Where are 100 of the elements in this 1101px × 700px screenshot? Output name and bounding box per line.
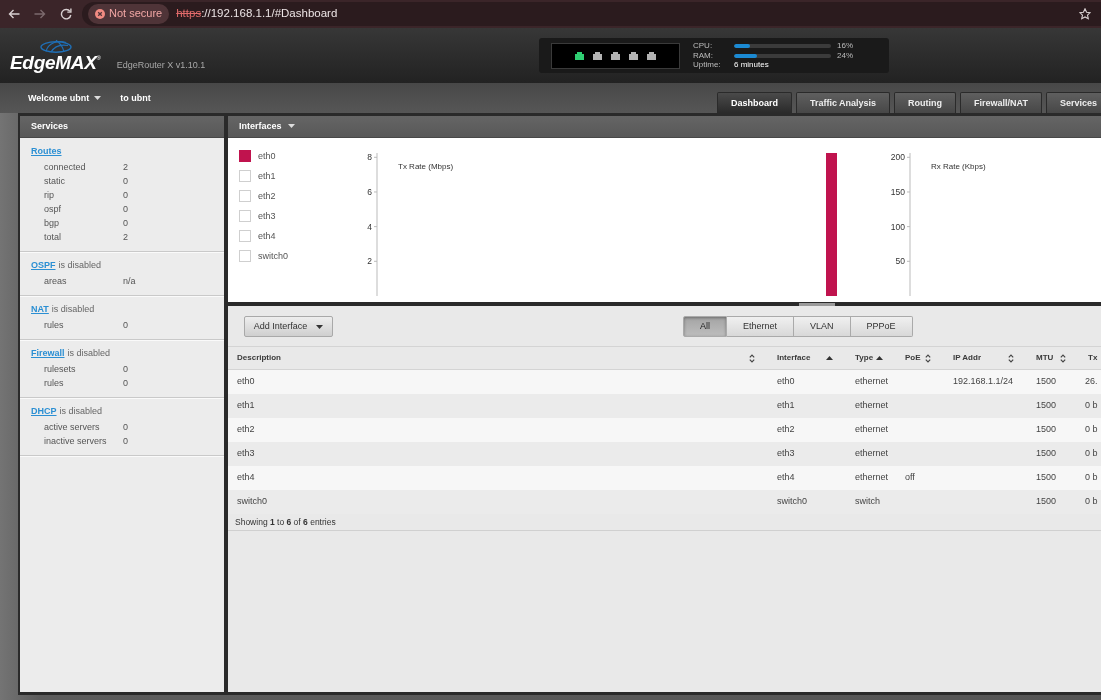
table-cell: eth1 [768,393,846,418]
stat-label: rulesets [44,363,77,376]
legend-label: eth1 [258,170,276,182]
forward-arrow-icon [34,8,46,20]
sort-icon [1008,353,1014,363]
stat-value: 0 [123,363,128,376]
add-interface-button[interactable]: Add Interface [244,316,333,337]
user-menu-button[interactable]: Welcome ubnt [28,89,102,107]
stat-label: active servers [44,421,101,434]
table-cell: 1500 [1027,489,1079,514]
column-header[interactable]: Description [228,347,768,369]
resize-handle[interactable] [799,303,835,306]
table-cell: ethernet [846,393,896,418]
table-row[interactable]: eth4 eth4 ethernet off 1500 0 b [228,465,1101,490]
stat-label: rip [44,189,55,202]
axis-tick-label: 50 [895,256,905,267]
table-cell: eth2 [228,417,768,442]
table-cell: ethernet [846,417,896,442]
stat-value: 0 [123,175,128,188]
panel-header: Services [20,116,224,138]
table-cell: eth4 [768,465,846,490]
bookmark-star-icon[interactable] [1079,8,1091,20]
sort-icon [925,353,931,363]
filter-button[interactable]: PPPoE [850,316,913,337]
stat-label: rules [44,377,65,390]
table-row[interactable]: eth1 eth1 ethernet 1500 0 b [228,393,1101,418]
stat-value: 16% [837,41,853,51]
table-cell: 0 b [1079,489,1101,514]
table-cell: ethernet [846,369,896,394]
axis-tick-label: 150 [890,186,905,197]
table-cell: switch0 [768,489,846,514]
table-row[interactable]: eth3 eth3 ethernet 1500 0 b [228,441,1101,466]
stat-value: 0 [123,421,128,434]
stat-value: 0 [123,377,128,390]
filter-button[interactable]: All [683,316,727,337]
stat-value: 0 [123,435,128,448]
legend-label: eth4 [258,230,276,242]
table-cell: 1500 [1027,393,1079,418]
stat-label: CPU: [693,41,714,51]
stat-value: 0 [123,217,128,230]
stat-label: connected [44,161,87,174]
site-info-button[interactable]: Not secure [88,4,170,24]
uptime-value: 6 minutes [734,60,770,70]
nav-tab[interactable]: Routing [894,92,957,113]
table-cell: 0 b [1079,393,1101,418]
nav-tab[interactable]: Dashboard [716,92,792,113]
stat-label: Uptime: [693,60,722,70]
stat-value: 0 [123,319,128,332]
legend-label: eth0 [258,150,276,162]
legend-label: eth3 [258,210,276,222]
status-text: is disabled [67,347,111,360]
table-cell: eth2 [768,417,846,442]
filter-button[interactable]: Ethernet [727,316,795,337]
table-cell: eth3 [228,441,768,466]
nav-tab[interactable]: Traffic Analysis [795,92,891,113]
stat-value: 24% [837,50,853,61]
column-header[interactable]: PoE [896,347,944,369]
column-header[interactable]: Type [846,347,896,369]
caret-icon [287,124,295,129]
table-cell: eth3 [768,441,846,466]
axis-tick-label: 4 [367,221,372,232]
graph-title: Tx Rate (Mbps) [398,162,454,171]
user-text: to ubnt [120,92,151,104]
nav-tab[interactable]: Firewall/NAT [960,92,1042,113]
axis-tick-label: 8 [367,152,372,163]
table-cell: switch0 [228,489,768,514]
interfaces-menu-button[interactable]: Interfaces [239,121,295,132]
filter-button[interactable]: VLAN [794,316,851,337]
sort-ascending-icon [876,356,883,360]
table-cell: eth4 [228,465,768,490]
stat-label: areas [44,275,68,288]
table-cell: eth1 [228,393,768,418]
column-header[interactable]: Tx [1079,347,1101,369]
stat-value: n/a [123,275,136,288]
model-version-text: EdgeRouter X v1.10.1 [116,60,206,71]
stat-label: total [44,231,62,244]
axis-tick-label: 100 [890,221,905,232]
sort-icon [749,353,755,363]
table-cell: 1500 [1027,441,1079,466]
table-cell: 192.168.1.1/24 [944,369,1027,394]
nav-tab[interactable]: Services [1045,92,1101,113]
column-header[interactable]: Interface [768,347,846,369]
globe-icon [38,39,74,53]
stat-label: static [44,175,66,188]
column-header[interactable]: MTU [1027,347,1079,369]
axis-tick-label: 6 [367,186,372,197]
table-cell: switch [846,489,896,514]
stat-label: rules [44,319,65,332]
url-field[interactable]: https://192.168.1.1/#Dashboard [176,7,338,21]
table-row[interactable]: eth0 eth0 ethernet 192.168.1.1/24 1500 26. [228,369,1101,394]
column-header[interactable]: IP Addr [944,347,1027,369]
status-text: is disabled [59,405,103,418]
legend-checkbox[interactable] [239,150,251,162]
table-cell: 1500 [1027,369,1079,394]
table-cell: 1500 [1027,465,1079,490]
table-row[interactable]: eth2 eth2 ethernet 1500 0 b [228,417,1101,442]
stat-label: ospf [44,203,62,216]
status-text: is disabled [51,303,95,316]
table-cell: eth0 [768,369,846,394]
table-cell: ethernet [846,441,896,466]
